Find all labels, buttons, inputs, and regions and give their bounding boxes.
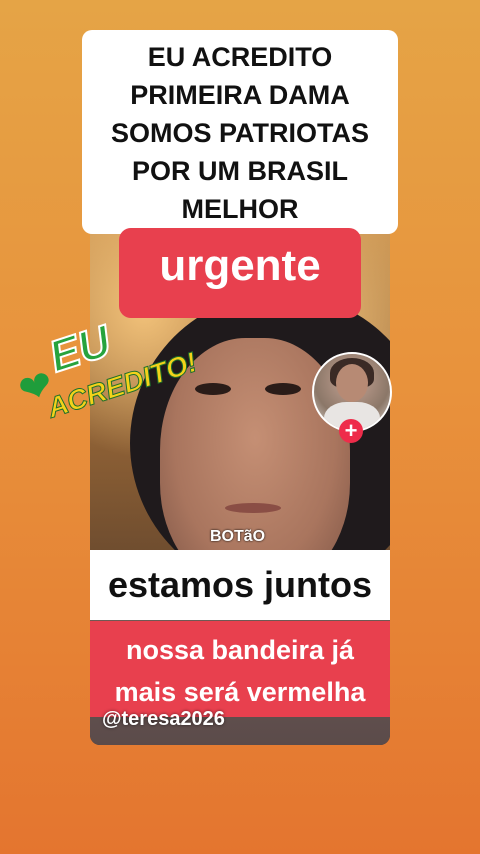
watermark-text: BOTãO bbox=[210, 528, 266, 545]
caption-line: SOMOS PATRIOTAS bbox=[110, 118, 369, 148]
user-handle: @teresa2026 bbox=[102, 708, 225, 730]
estamos-juntos-label: estamos juntos bbox=[90, 550, 390, 620]
portrait-mouth bbox=[225, 503, 281, 513]
bandeira-line: nossa bandeira já bbox=[125, 635, 355, 665]
caption-box: EU ACREDITO PRIMEIRA DAMA SOMOS PATRIOTA… bbox=[82, 30, 398, 234]
caption-line: MELHOR bbox=[181, 194, 299, 224]
caption-line: EU ACREDITO bbox=[147, 42, 333, 72]
follow-button[interactable]: + bbox=[339, 419, 363, 443]
portrait-eye-right bbox=[265, 383, 301, 395]
bandeira-banner: nossa bandeira já mais será vermelha bbox=[90, 621, 390, 717]
caption-line: POR UM BRASIL bbox=[132, 156, 348, 186]
caption-line: PRIMEIRA DAMA bbox=[130, 80, 350, 110]
bandeira-line: mais será vermelha bbox=[114, 677, 366, 707]
portrait-eye-left bbox=[195, 383, 231, 395]
avatar-face bbox=[336, 364, 368, 402]
